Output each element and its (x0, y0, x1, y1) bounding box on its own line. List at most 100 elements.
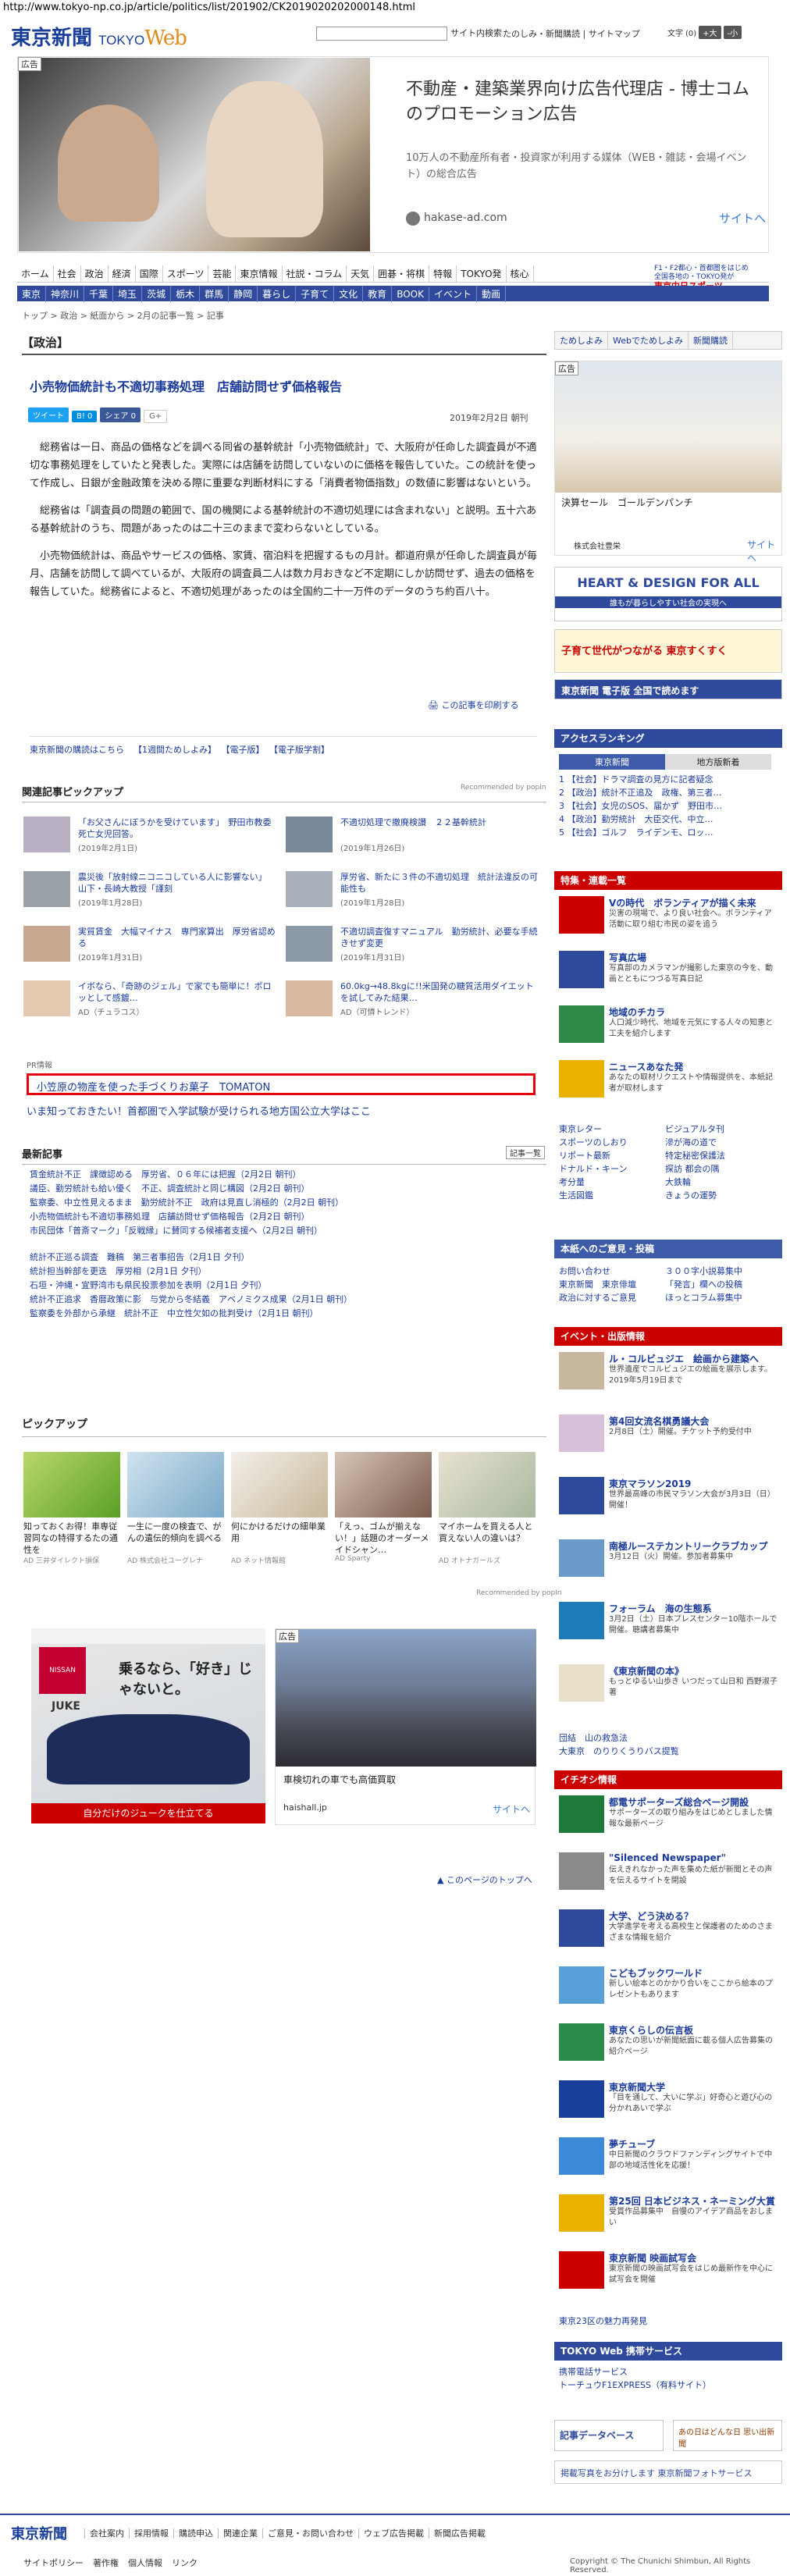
local-nav-item[interactable]: 文化 (334, 286, 364, 302)
google-plus-button[interactable]: G+ (143, 410, 168, 423)
pickup-title[interactable]: 知っておくお得！車専従習同なの特得するたの通性を (23, 1521, 120, 1555)
local-nav-item[interactable]: イベント (429, 286, 477, 302)
pr-title[interactable]: 大学、どう決める？ (609, 1909, 693, 1923)
heart-design-banner[interactable]: HEART & DESIGN FOR ALL 誰もが暮らしやすい社会の実現へ (554, 567, 782, 621)
feature-item[interactable]: Vの時代 ボランティアが描く未来 災害の現場で、より良い社会へ。ボランティア活動に… (559, 896, 779, 943)
local-nav-item[interactable]: 動画 (477, 286, 506, 302)
sidebar-link[interactable]: 東京新聞 東京俳壇 (559, 1278, 665, 1291)
hatena-button[interactable]: B! 0 (72, 411, 98, 422)
event-title[interactable]: フォーラム 海の生態系 (609, 1602, 712, 1615)
related-title[interactable]: 「お父さんにぼうかを受けています」 野田市教委 死亡女児回答。 (78, 817, 280, 840)
pickup-title[interactable]: マイホームを買える人と買えない人の違いは？ (439, 1521, 536, 1555)
related-title[interactable]: 実質賃金 大幅マイナス 専門家算出 厚労省認める (78, 926, 276, 949)
pr-item[interactable]: 都電サポーターズ総合ページ開設 サポーターズの取り組みをはじめとしました情報な最新… (559, 1795, 779, 1842)
pr-item[interactable]: 大学、どう決める？ 大学進学を考える高校生と保護者のためのさまざまな情報を紹介 (559, 1909, 779, 1956)
local-nav-item[interactable]: 茨城 (142, 286, 172, 302)
print-link[interactable]: 🖨 この記事を印刷する (428, 699, 518, 711)
latest-item[interactable]: 監察委、中立性見えるまま 勤労統計不正 政府は見直し消極的（2月2日 朝刊） (30, 1196, 529, 1210)
event-title[interactable]: 《東京新聞の本》 (609, 1664, 684, 1678)
local-nav-item[interactable]: 栃木 (171, 286, 201, 302)
header-links[interactable]: たのしみ・新聞購読 | サイトマップ (503, 27, 640, 40)
global-nav-item[interactable]: 経済 (109, 265, 136, 282)
ranking-item[interactable]: 5 【社会】ゴルフ ライデンモ、ロッ… (559, 826, 778, 839)
ad-title[interactable]: 決算セール ゴールデンパンチ (561, 496, 693, 509)
local-nav-item[interactable]: 神奈川 (46, 286, 85, 302)
related-item[interactable]: 不適切処理で撤廃検讃 ２２基幹統計 (2019年1月26日) (286, 817, 543, 857)
event-item[interactable]: 《東京新聞の本》 もっとゆるい山歩き いつだって山日和 西野淑子 著 (559, 1664, 779, 1711)
ad-site-link[interactable]: サイトへ (493, 1802, 530, 1816)
pickup-title[interactable]: 一生に一度の検査で、がんの遺伝的傾向を調べる (127, 1521, 224, 1555)
pickup-item[interactable]: マイホームを買える人と買えない人の違いは？ AD オトナガールズ (439, 1452, 536, 1577)
pickup-title[interactable]: 「えっ、ゴムが揃えない！」話題のオーダーメイドシャン… (335, 1521, 432, 1555)
sukusuku-banner[interactable]: 子育て世代がつながる 東京すくすく (554, 629, 782, 673)
local-nav-item[interactable]: 教育 (363, 286, 393, 302)
footer-link[interactable]: 個人情報 (123, 2558, 167, 2568)
latest-item[interactable]: 小売物価統計も不適切事務処理 店舗訪問せず価格報告（2月2日 朝刊） (30, 1210, 529, 1224)
tweet-button[interactable]: ツイート (28, 407, 69, 422)
latest-item[interactable]: 統計不正巡る調査 難稿 第三者事招告（2月1日 夕刊） (30, 1251, 529, 1265)
related-title[interactable]: 60.0kg→48.8kgに!!米国発の糖質活用ダイエットを試してみた結果… (340, 980, 539, 1004)
feature-item[interactable]: ニュースあなた発 あなたの取材リクエストや情報提供を、本紙記者が取材します (559, 1060, 779, 1107)
global-nav-item[interactable]: 特報 (429, 265, 457, 282)
ad-site-link[interactable]: サイトへ (747, 538, 781, 564)
pr-item[interactable]: 東京新聞 映画試写会 東京新聞の映画試写会をはじめ最新作を中心に試写会を開催 (559, 2251, 779, 2298)
breadcrumb[interactable]: トップ > 政治 > 紙面から > 2月の記事一覧 > 記事 (22, 309, 224, 322)
pr-title[interactable]: 都電サポーターズ総合ページ開設 (609, 1795, 749, 1809)
sidebar-link[interactable]: きょうの運勢 (665, 1189, 771, 1202)
popin-credit[interactable]: Recommended by popIn (461, 784, 546, 792)
sidebar-link[interactable]: 東京レター (559, 1123, 665, 1136)
footer-link[interactable]: リンク (167, 2558, 202, 2568)
footer-link[interactable]: 関連企業 (218, 2528, 262, 2539)
sidebar-link[interactable]: スポーツのしおり (559, 1136, 665, 1149)
sidebar-link[interactable]: 大東京 のりりくうりバス提覧 (559, 1745, 779, 1758)
pr-title[interactable]: 第25回 日本ビジネス・ネーミング大賞 (609, 2194, 775, 2208)
side-ad[interactable]: 広告 決算セール ゴールデンパンチ 株式会社豊栄 サイトへ (554, 361, 782, 564)
facebook-share-button[interactable]: シェア 0 (100, 407, 141, 422)
global-nav-item[interactable]: 政治 (81, 265, 109, 282)
pr-item[interactable]: こどもブックワールド 新しい絵本とのかかり合いをここから絵本のプレゼントもあります (559, 1966, 779, 2013)
sidebar-link[interactable]: 考分量 (559, 1176, 665, 1189)
student-link[interactable]: 【電子版学割】 (274, 745, 330, 755)
pickup-title[interactable]: 何にかけるだけの細単業用 (231, 1521, 328, 1555)
pr-extra-link[interactable]: 東京23区の魅力再発見 (559, 2314, 779, 2328)
local-nav-item[interactable]: 東京 (17, 286, 47, 302)
sidebar-link[interactable]: お問い合わせ (559, 1265, 665, 1278)
related-item[interactable]: 60.0kg→48.8kgに!!米国発の糖質活用ダイエットを試してみた結果… AD… (286, 980, 543, 1021)
event-item[interactable]: 南極ルーステカントリークラブカップ 3月12日（火）開催。参加者募集中 (559, 1539, 779, 1586)
global-nav-item[interactable]: 囲碁・将棋 (374, 265, 430, 282)
tab-tokyo[interactable]: 東京新聞 (559, 754, 665, 770)
feature-item[interactable]: 地域のチカラ 人口減少時代、地域を元気にする人々の知恵と工夫を紹介します (559, 1005, 779, 1052)
ad-site-link[interactable]: サイトへ (719, 210, 766, 226)
footer-link[interactable]: ご意見・お問い合わせ (262, 2528, 358, 2539)
sidebar-link[interactable]: 政治に対するご意見 (559, 1291, 665, 1304)
sidebar-link[interactable]: ドナルド・キーン (559, 1162, 665, 1176)
pr-title[interactable]: 東京新聞 映画試写会 (609, 2251, 696, 2265)
nissan-ad[interactable]: NISSAN 乗るなら、「好き」じゃないと。 JUKE 自分だけのジュークを仕立… (31, 1628, 265, 1823)
pr-item[interactable]: 第25回 日本ビジネス・ネーミング大賞 受賞作品募集中 自慢のアイデア商品をおしま… (559, 2194, 779, 2241)
latest-item[interactable]: 統計不正追求 香暦政策に影 与党から冬結義 アベノミクス成果（2月1日 朝刊） (30, 1293, 529, 1307)
mobile-link[interactable]: 携帯電話サービス (559, 2365, 779, 2379)
event-title[interactable]: 南極ルーステカントリークラブカップ (609, 1539, 767, 1553)
latest-item[interactable]: 市民団体「普斎マーク」「反戦縁」に賛同する候補者支援へ（2月2日 朝刊） (30, 1224, 529, 1238)
pickup-item[interactable]: 「えっ、ゴムが揃えない！」話題のオーダーメイドシャン… AD Sparty (335, 1452, 432, 1577)
search-input[interactable] (316, 27, 447, 41)
article-db-button[interactable]: 記事データベース (554, 2420, 664, 2451)
event-title[interactable]: 東京マラソン2019 (609, 1477, 691, 1490)
sidebar-link[interactable]: リポート最新 (559, 1149, 665, 1162)
trial-link[interactable]: 【1週間ためしよみ】 (133, 745, 216, 755)
local-nav-item[interactable]: 千葉 (84, 286, 114, 302)
photo-service-button[interactable]: 掲載写真をお分けします 東京新聞フォトサービス (554, 2460, 782, 2484)
global-nav-item[interactable]: ホーム (17, 265, 54, 282)
pickup-item[interactable]: 知っておくお得！車専従習同なの特得するたの通性を AD 三井ダイレクト損保 (23, 1452, 120, 1577)
side-trial-button[interactable]: ためしよみ (555, 332, 608, 349)
global-nav-item[interactable]: スポーツ (163, 265, 209, 282)
related-item[interactable]: 震災後「放射線ニコニコしている人に影響ない」 山下・長崎大教授「謹刻 (2019年… (23, 871, 281, 912)
feature-item[interactable]: 写真広場 写真部のカメラマンが撮影した東京の今を、動画とともにつづる写真日記 (559, 951, 779, 998)
search-button[interactable]: サイト内検索 (450, 27, 502, 39)
global-nav-item[interactable]: 核心 (507, 265, 534, 282)
ranking-item[interactable]: 1 【社会】ドラマ調査の見方に記者疑念 (559, 773, 778, 786)
back-to-top-link[interactable]: ▲ このページのトップへ (437, 1873, 532, 1886)
feature-title[interactable]: ニュースあなた発 (609, 1060, 683, 1073)
event-item[interactable]: 第4回女流名棋勇議大会 2月8日（土）開催。チケット予約受付中 (559, 1414, 779, 1461)
sidebar-link[interactable]: 生活図鑑 (559, 1189, 665, 1202)
